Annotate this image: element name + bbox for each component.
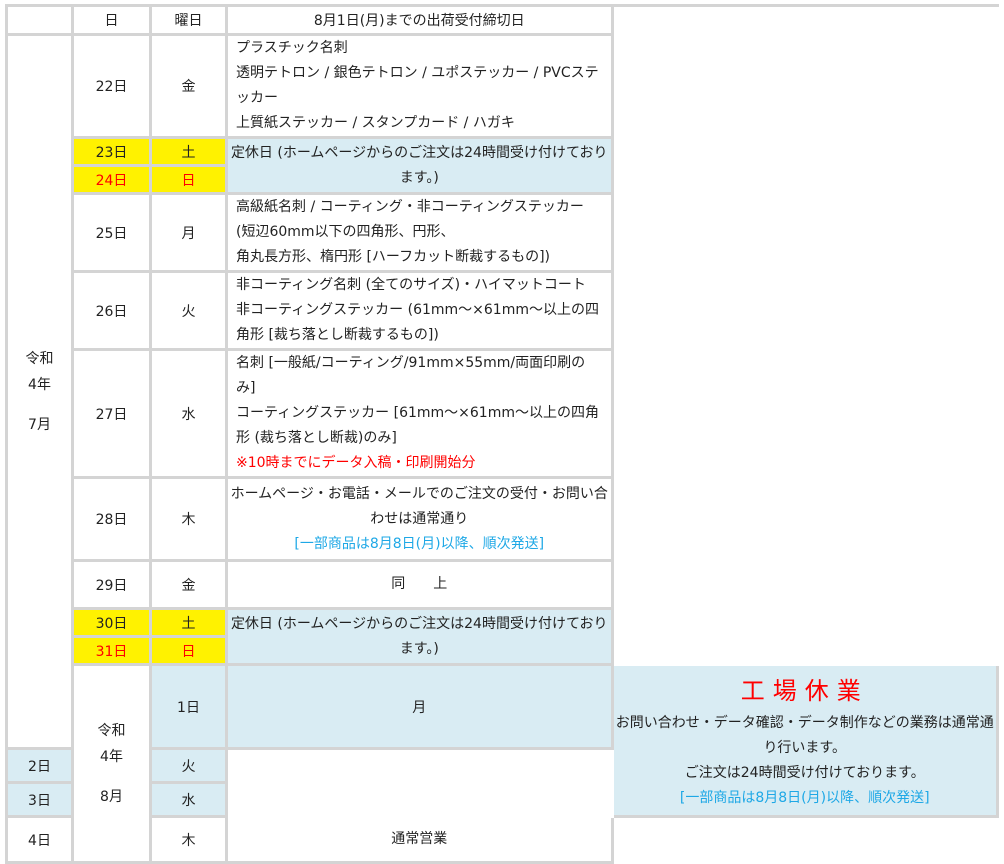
content-line: 非コーティング名刺 (全てのサイズ)・ハイマットコート [236,277,586,293]
table-row: 30日 土 定休日 (ホームページからのご注文は24時間受け付けております。) [8,610,999,666]
weekday-cell: 月 [228,666,614,750]
month-label: 8月 [100,788,123,805]
shipping-notice: [一部商品は8月8日(月)以降、順次発送] [679,789,930,806]
ditto-mark: 上 [433,576,448,592]
day-cell: 3日 [8,784,74,818]
shipping-schedule-table: 日 曜日 8月1日(月)までの出荷受付締切日 令和 4年 7月 22日 金 プラ… [5,4,999,864]
weekday-header: 曜日 [152,7,228,36]
day-cell: 2日 [8,750,74,784]
holiday-notice: 定休日 (ホームページからのご注文は24時間受け付けております。) [228,139,614,195]
table-row: 28日 木 ホームページ・お電話・メールでのご注文の受付・お問い合わせは通常通り… [8,479,999,562]
content-line: 角丸長方形、楕円形 [ハーフカット断裁するもの]) [236,249,550,265]
weekday-cell: 金 [152,36,228,139]
year-label: 4年 [100,748,123,765]
header-row: 日 曜日 8月1日(月)までの出荷受付締切日 [8,7,999,36]
content-line: 透明テトロン / 銀色テトロン / ユポステッカー / PVCステッカー [236,65,599,106]
schedule-title: 8月1日(月)までの出荷受付締切日 [228,7,614,36]
day-cell: 24日 [74,167,152,195]
deadline-content: 名刺 [一般紙/コーティング/91mm×55mm/両面印刷のみ] コーティングス… [228,351,614,479]
day-cell: 22日 [74,36,152,139]
table-row: 27日 水 名刺 [一般紙/コーティング/91mm×55mm/両面印刷のみ] コ… [8,351,999,479]
table-row: 23日 土 定休日 (ホームページからのご注文は24時間受け付けております。) [8,139,999,195]
weekday-cell: 木 [152,818,228,864]
content-line: プラスチック名刺 [236,40,348,56]
weekday-cell: 月 [152,195,228,273]
era-label: 令和 [97,722,126,739]
weekday-cell: 土 [152,139,228,167]
table-row: 26日 火 非コーティング名刺 (全てのサイズ)・ハイマットコート 非コーティン… [8,273,999,351]
deadline-content: 同上 [228,562,614,610]
deadline-content: ホームページ・お電話・メールでのご注文の受付・お問い合わせは通常通り [一部商品… [228,479,614,562]
weekday-cell: 水 [152,784,228,818]
deadline-content: 高級紙名刺 / コーティング・非コーティングステッカー (短辺60mm以下の四角… [228,195,614,273]
business-status: 通常営業 [228,818,614,864]
day-cell: 29日 [74,562,152,610]
weekday-cell: 日 [152,638,228,666]
shipping-notice: [一部商品は8月8日(月)以降、順次発送] [294,535,545,552]
factory-closed-title: 工場休業 [740,676,869,705]
ditto-mark: 同 [391,576,406,592]
table-row: 25日 月 高級紙名刺 / コーティング・非コーティングステッカー (短辺60m… [8,195,999,273]
content-line: 高級紙名刺 / コーティング・非コーティングステッカー (短辺60mm以下の四角… [236,199,584,240]
month-label: 7月 [28,416,51,433]
weekday-cell: 金 [152,562,228,610]
day-cell: 30日 [74,610,152,638]
holiday-notice: 定休日 (ホームページからのご注文は24時間受け付けております。) [228,610,614,666]
table-row: 4日 木 通常営業 [8,818,999,864]
month-header [8,7,74,36]
table-row: 令和 4年 7月 22日 金 プラスチック名刺 透明テトロン / 銀色テトロン … [8,36,999,750]
deadline-content: 非コーティング名刺 (全てのサイズ)・ハイマットコート 非コーティングステッカー… [228,273,614,351]
content-line: ホームページ・お電話・メールでのご注文の受付・お問い合わせは通常通り [230,485,608,527]
weekday-cell: 木 [152,479,228,562]
alert-line: ※10時までにデータ入稿・印刷開始分 [236,455,476,471]
month-cell-august: 令和 4年 8月 [74,666,152,864]
day-cell: 26日 [74,273,152,351]
day-cell: 1日 [152,666,228,750]
weekday-cell: 火 [152,750,228,784]
year-label: 4年 [28,376,51,393]
weekday-cell: 土 [152,610,228,638]
day-cell: 27日 [74,351,152,479]
month-cell-july: 令和 4年 7月 [8,36,74,750]
content-line: 非コーティングステッカー (61mm～×61mm～以上の四角形 [裁ち落とし断裁… [236,302,599,343]
day-cell: 28日 [74,479,152,562]
content-line: 名刺 [一般紙/コーティング/91mm×55mm/両面印刷のみ] [236,355,586,396]
content-line: コーティングステッカー [61mm～×61mm～以上の四角形 (裁ち落とし断裁)… [236,405,599,446]
table-row: 29日 金 同上 [8,562,999,610]
day-cell: 25日 [74,195,152,273]
day-cell: 23日 [74,139,152,167]
era-label: 令和 [25,350,54,367]
day-header: 日 [74,7,152,36]
factory-closure-notice: 工場休業 お問い合わせ・データ確認・データ制作などの業務は通常通り行います。 ご… [613,666,999,818]
day-cell: 4日 [8,818,74,864]
content-line: お問い合わせ・データ確認・データ制作などの業務は通常通り行います。 [615,714,994,756]
weekday-cell: 水 [152,351,228,479]
content-line: ご注文は24時間受け付けております。 [684,764,925,781]
weekday-cell: 火 [152,273,228,351]
day-cell: 31日 [74,638,152,666]
deadline-content: プラスチック名刺 透明テトロン / 銀色テトロン / ユポステッカー / PVC… [228,36,614,139]
table-row: 令和 4年 8月 1日 月 工場休業 お問い合わせ・データ確認・データ制作などの… [8,666,999,864]
weekday-cell: 日 [152,167,228,195]
content-line: 上質紙ステッカー / スタンプカード / ハガキ [236,115,515,131]
